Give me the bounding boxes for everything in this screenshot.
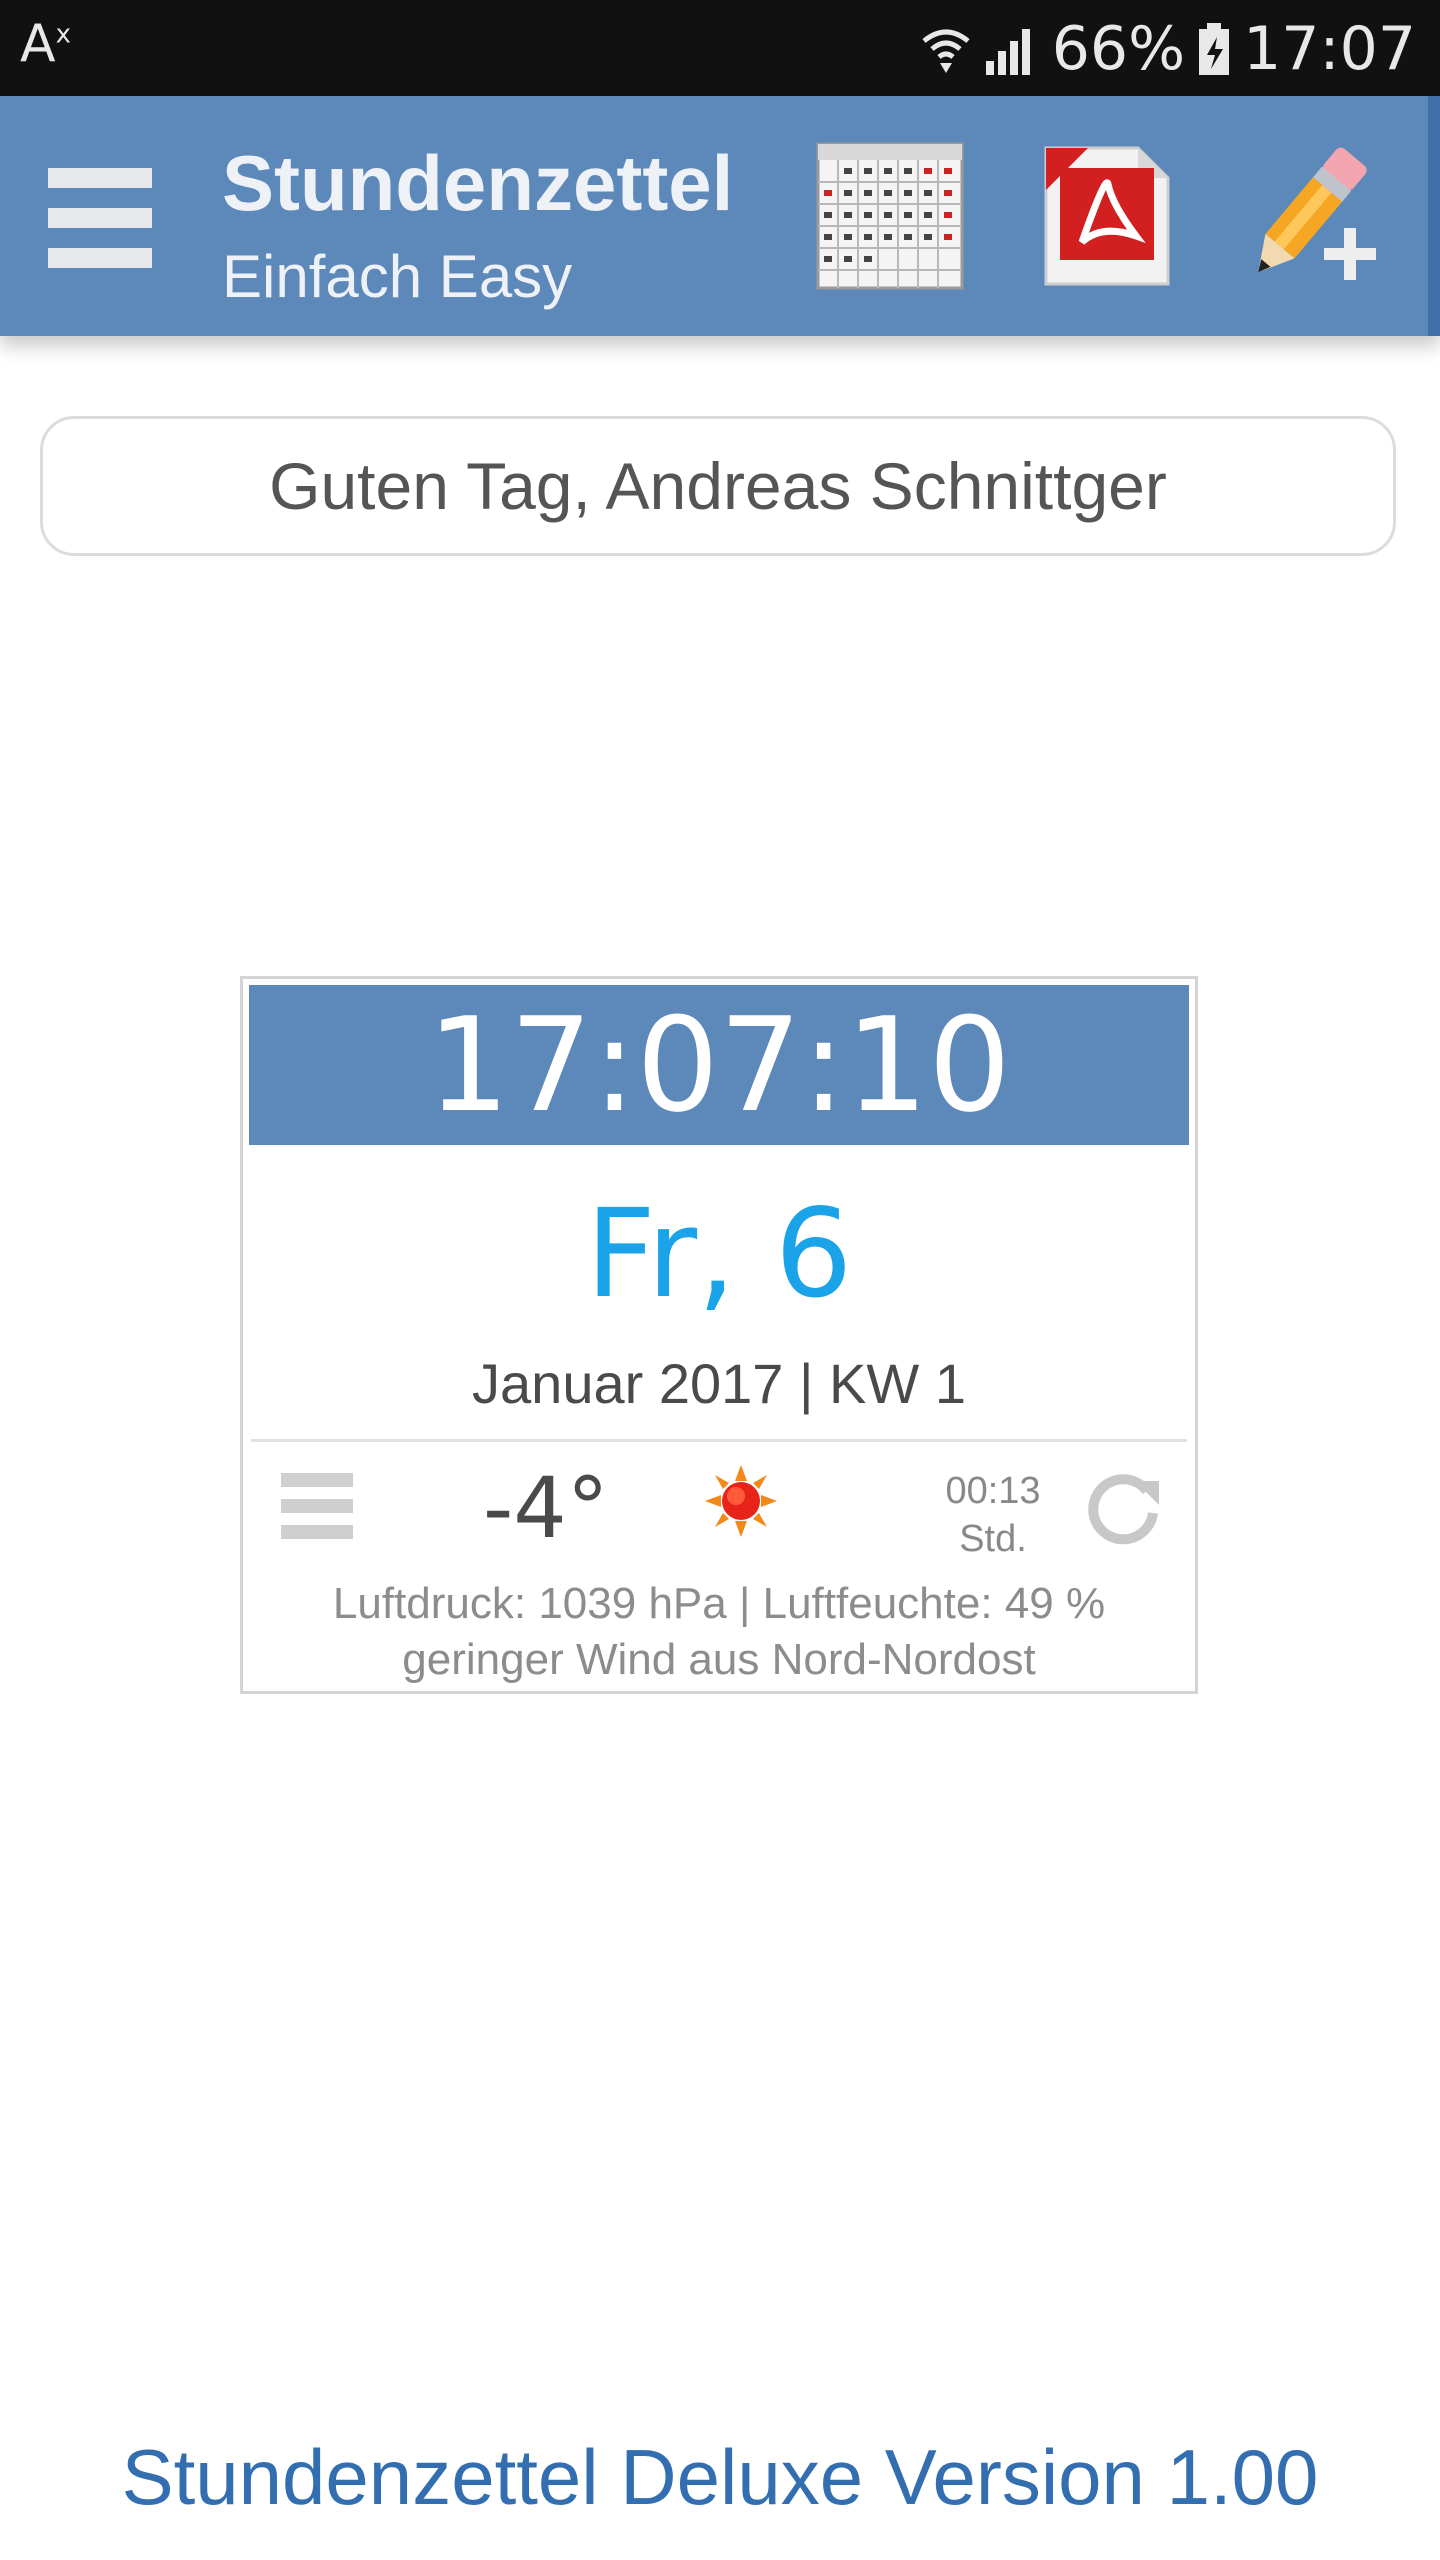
app-title: Stundenzettel <box>222 139 734 227</box>
wifi-icon <box>922 29 970 73</box>
pdf-icon[interactable] <box>1042 144 1172 288</box>
greeting-box: Guten Tag, Andreas Schnittger <box>40 416 1396 556</box>
month-week-label: Januar 2017 | KW 1 <box>472 1352 966 1415</box>
app-bar-edge <box>1428 96 1440 336</box>
day-label: Fr, 6 <box>585 1183 853 1325</box>
menu-icon[interactable] <box>48 168 152 268</box>
temperature: -4° <box>483 1459 609 1557</box>
status-right: 66% 17:07 <box>920 14 1416 84</box>
status-time: 17:07 <box>1243 14 1416 84</box>
wind-description: geringer Wind aus Nord-Nordost <box>402 1635 1036 1684</box>
widget-divider <box>251 1439 1187 1442</box>
clock-display: 17:07:10 <box>249 985 1189 1145</box>
signal-icon <box>985 29 1030 75</box>
calendar-icon[interactable] <box>816 142 964 290</box>
sun-duration: 00:13 Std. <box>945 1470 1041 1560</box>
version-label: Stundenzettel Deluxe Version 1.00 <box>121 2433 1319 2521</box>
app-subtitle: Einfach Easy <box>222 243 573 310</box>
pencil-add-icon[interactable] <box>1232 144 1382 290</box>
widget-menu-icon[interactable] <box>281 1473 353 1543</box>
clock-weather-widget: 17:07:10 Fr, 6 Januar 2017 | KW 1 -4° 00… <box>240 976 1198 1694</box>
accessibility-indicator: Ax <box>20 14 71 74</box>
sun-icon <box>703 1463 779 1544</box>
battery-icon <box>1199 23 1230 75</box>
status-bar: Ax 66% 17:07 <box>0 0 1440 96</box>
refresh-icon[interactable] <box>1083 1469 1163 1554</box>
app-bar: Stundenzettel Einfach Easy <box>0 96 1440 336</box>
pressure-humidity: Luftdruck: 1039 hPa | Luftfeuchte: 49 % <box>332 1579 1106 1628</box>
battery-percent: 66% <box>1051 14 1186 84</box>
